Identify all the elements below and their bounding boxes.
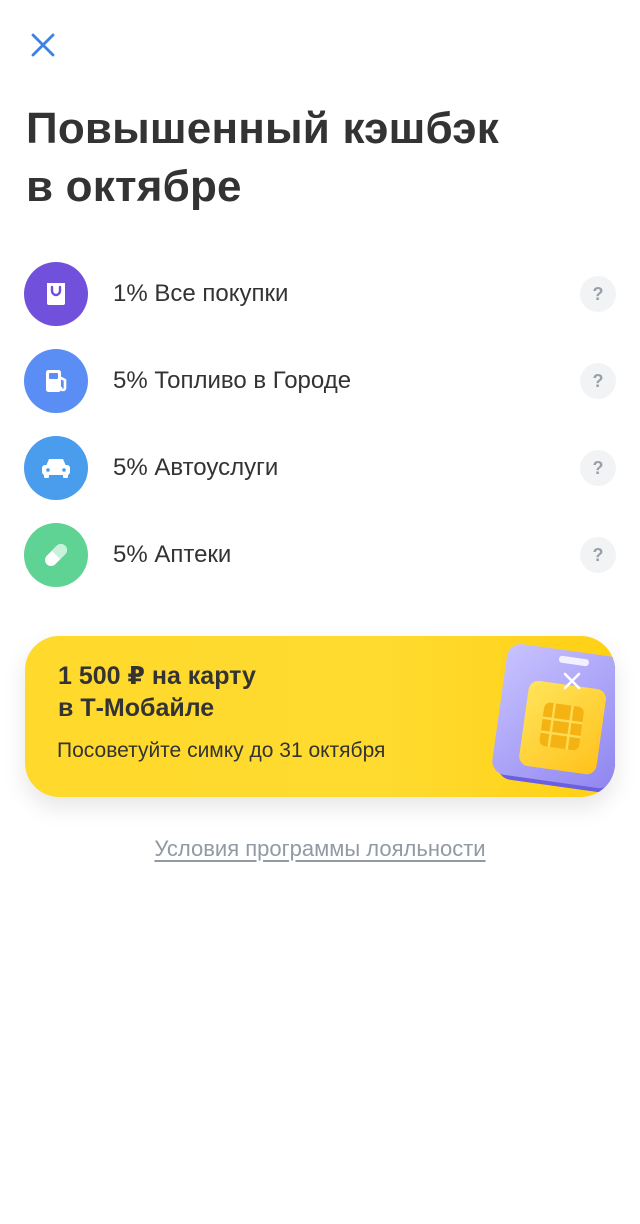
cashback-list: 1% Все покупки ? 5% Топливо в Городе ? 5…: [0, 262, 640, 610]
help-button[interactable]: ?: [580, 537, 616, 573]
car-icon: [24, 436, 88, 500]
cashback-item-label: 5% Топливо в Городе: [113, 367, 352, 394]
promo-title-line-1: 1 500 ₽ на карту: [58, 662, 256, 690]
close-icon: [31, 33, 55, 57]
title-line-1: Повышенный кэшбэк: [26, 104, 500, 153]
help-icon: ?: [592, 283, 604, 304]
cashback-screen: Повышенный кэшбэк в октябре 1% Все покуп…: [0, 0, 640, 1224]
page-title: Повышенный кэшбэк в октябре: [26, 100, 586, 216]
cashback-item-label: 5% Автоуслуги: [113, 454, 279, 481]
promo-banner[interactable]: 1 500 ₽ на карту в Т-Мобайле Посоветуйте…: [25, 636, 615, 797]
help-button[interactable]: ?: [580, 363, 616, 399]
close-button[interactable]: [22, 24, 64, 66]
title-line-2: в октябре: [26, 162, 242, 211]
promo-subtitle: Посоветуйте симку до 31 октября: [57, 739, 386, 762]
cashback-item-auto-services[interactable]: 5% Автоуслуги ?: [0, 436, 640, 523]
help-icon: ?: [592, 370, 604, 391]
help-button[interactable]: ?: [580, 276, 616, 312]
promo-title: 1 500 ₽ на карту в Т-Мобайле: [58, 660, 256, 724]
help-icon: ?: [592, 457, 604, 478]
promo-title-line-2: в Т-Мобайле: [58, 694, 215, 722]
help-button[interactable]: ?: [580, 450, 616, 486]
loyalty-terms-link[interactable]: Условия программы лояльности: [154, 836, 485, 861]
cashback-item-all-purchases[interactable]: 1% Все покупки ?: [0, 262, 640, 349]
fuel-pump-icon: [24, 349, 88, 413]
cashback-item-label: 5% Аптеки: [113, 541, 232, 568]
pill-icon: [24, 523, 88, 587]
cashback-item-pharmacy[interactable]: 5% Аптеки ?: [0, 523, 640, 610]
loyalty-terms-link-row: Условия программы лояльности: [0, 834, 640, 864]
shopping-bag-icon: [24, 262, 88, 326]
close-icon: [563, 672, 581, 690]
help-icon: ?: [592, 544, 604, 565]
sim-card-icon: [492, 644, 615, 793]
cashback-item-label: 1% Все покупки: [113, 280, 289, 307]
promo-close-button[interactable]: [559, 668, 585, 694]
cashback-item-fuel[interactable]: 5% Топливо в Городе ?: [0, 349, 640, 436]
